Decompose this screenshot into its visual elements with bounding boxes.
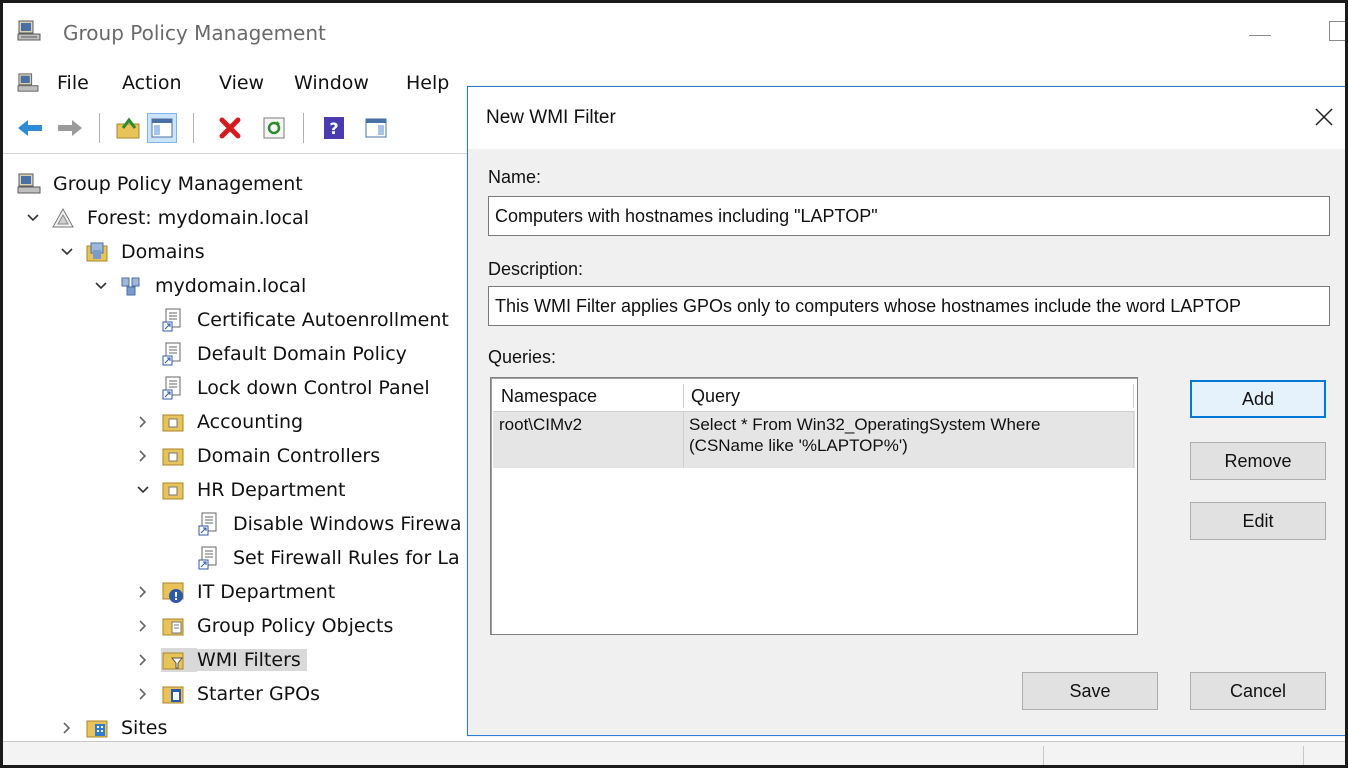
chevron-right-icon[interactable]: [59, 720, 75, 736]
system-menu-icon[interactable]: [17, 73, 39, 93]
tree-item-sites[interactable]: Sites: [59, 711, 167, 745]
tree-item-domain[interactable]: mydomain.local: [93, 269, 306, 303]
starter-gpo-folder-icon: [161, 682, 185, 706]
tree-item-group-policy-objects[interactable]: Group Policy Objects: [135, 609, 393, 643]
chevron-right-icon[interactable]: [135, 414, 151, 430]
save-button[interactable]: Save: [1022, 672, 1158, 710]
gpo-link-icon: [161, 308, 185, 332]
ou-folder-warning-icon: !: [161, 580, 185, 604]
svg-text:?: ?: [329, 119, 338, 138]
status-bar: [3, 741, 1345, 765]
description-label: Description:: [488, 259, 584, 279]
namespace-cell: root\CIMv2: [499, 415, 583, 434]
tree-item-domains[interactable]: Domains: [59, 235, 205, 269]
chevron-right-icon[interactable]: [135, 448, 151, 464]
gpo-link-icon: [197, 512, 221, 536]
query-cell-line-2: (CSName like '%LAPTOP%'): [689, 436, 908, 455]
show-action-pane-icon[interactable]: [361, 113, 391, 143]
app-window: Group Policy Management File Action View…: [0, 0, 1348, 768]
tree-item-gpo-link[interactable]: Set Firewall Rules for La: [197, 541, 460, 575]
delete-icon[interactable]: [215, 113, 245, 143]
queries-label: Queries:: [488, 347, 557, 367]
chevron-down-icon[interactable]: [93, 278, 109, 294]
tree-item-forest[interactable]: Forest: mydomain.local: [25, 201, 309, 235]
forest-icon: [51, 206, 75, 230]
table-row[interactable]: root\CIMv2 Select * From Win32_Operating…: [493, 412, 1135, 468]
minimize-button[interactable]: [1247, 19, 1273, 45]
tree-item-ou-domain-controllers[interactable]: Domain Controllers: [135, 439, 380, 473]
up-folder-icon[interactable]: [113, 113, 143, 143]
tree-item-ou-hr[interactable]: HR Department: [135, 473, 346, 507]
gpmc-icon: [17, 172, 41, 196]
tree-item-ou-accounting[interactable]: Accounting: [135, 405, 303, 439]
chevron-down-icon[interactable]: [25, 210, 41, 226]
tree-item-gpo-link[interactable]: Lock down Control Panel: [161, 371, 430, 405]
tree-item-gpo-link[interactable]: Disable Windows Firewa: [197, 507, 461, 541]
console-tree: Group Policy Management Forest: mydomain…: [3, 163, 473, 743]
menu-action[interactable]: Action: [122, 72, 182, 94]
remove-button[interactable]: Remove: [1190, 442, 1326, 480]
sites-folder-icon: [85, 716, 109, 740]
chevron-right-icon[interactable]: [135, 686, 151, 702]
ou-folder-icon: [161, 478, 185, 502]
maximize-button[interactable]: [1329, 21, 1345, 41]
menu-window[interactable]: Window: [294, 72, 369, 94]
chevron-down-icon[interactable]: [59, 244, 75, 260]
add-button[interactable]: Add: [1190, 380, 1326, 418]
dialog-title-bar: New WMI Filter: [468, 87, 1345, 149]
menu-file[interactable]: File: [57, 72, 89, 94]
column-header-query[interactable]: Query: [683, 380, 1133, 412]
column-header-namespace[interactable]: Namespace: [493, 380, 683, 412]
help-icon[interactable]: ?: [319, 113, 349, 143]
show-hide-console-tree-icon[interactable]: [147, 113, 177, 143]
svg-text:!: !: [173, 590, 178, 603]
gpo-folder-icon: [161, 614, 185, 638]
forward-arrow-icon[interactable]: [55, 113, 85, 143]
queries-list[interactable]: Namespace Query root\CIMv2 Select * From…: [490, 377, 1138, 635]
description-field[interactable]: This WMI Filter applies GPOs only to com…: [488, 286, 1330, 326]
chevron-right-icon[interactable]: [135, 618, 151, 634]
name-field[interactable]: Computers with hostnames including "LAPT…: [488, 196, 1330, 236]
chevron-right-icon[interactable]: [135, 652, 151, 668]
gpmc-app-icon: [17, 20, 41, 42]
new-wmi-filter-dialog: New WMI Filter Name: Computers with host…: [467, 86, 1345, 736]
tree-item-wmi-filters[interactable]: WMI Filters: [135, 643, 307, 677]
ou-folder-icon: [161, 444, 185, 468]
chevron-down-icon[interactable]: [135, 482, 151, 498]
gpo-link-icon: [161, 376, 185, 400]
tree-item-root[interactable]: Group Policy Management: [17, 167, 303, 201]
domain-icon: [119, 274, 143, 298]
cancel-button[interactable]: Cancel: [1190, 672, 1326, 710]
tree-item-starter-gpos[interactable]: Starter GPOs: [135, 677, 320, 711]
menu-view[interactable]: View: [219, 72, 264, 94]
close-icon[interactable]: [1308, 101, 1340, 133]
refresh-icon[interactable]: [259, 113, 289, 143]
wmi-filter-folder-icon: [161, 648, 197, 672]
title-bar: Group Policy Management: [3, 3, 1345, 65]
chevron-right-icon[interactable]: [135, 584, 151, 600]
name-label: Name:: [488, 167, 542, 187]
dialog-title: New WMI Filter: [486, 107, 616, 128]
menu-help[interactable]: Help: [406, 72, 449, 94]
edit-button[interactable]: Edit: [1190, 502, 1326, 540]
window-title: Group Policy Management: [63, 21, 326, 45]
ou-folder-icon: [161, 410, 185, 434]
queries-list-header: Namespace Query: [493, 380, 1135, 412]
gpo-link-icon: [161, 342, 185, 366]
gpo-link-icon: [197, 546, 221, 570]
back-arrow-icon[interactable]: [15, 113, 45, 143]
tree-item-gpo-link[interactable]: Certificate Autoenrollment: [161, 303, 449, 337]
domains-folder-icon: [85, 240, 109, 264]
tree-item-gpo-link[interactable]: Default Domain Policy: [161, 337, 407, 371]
query-cell-line-1: Select * From Win32_OperatingSystem Wher…: [689, 415, 1041, 434]
tree-item-ou-it[interactable]: ! IT Department: [135, 575, 335, 609]
